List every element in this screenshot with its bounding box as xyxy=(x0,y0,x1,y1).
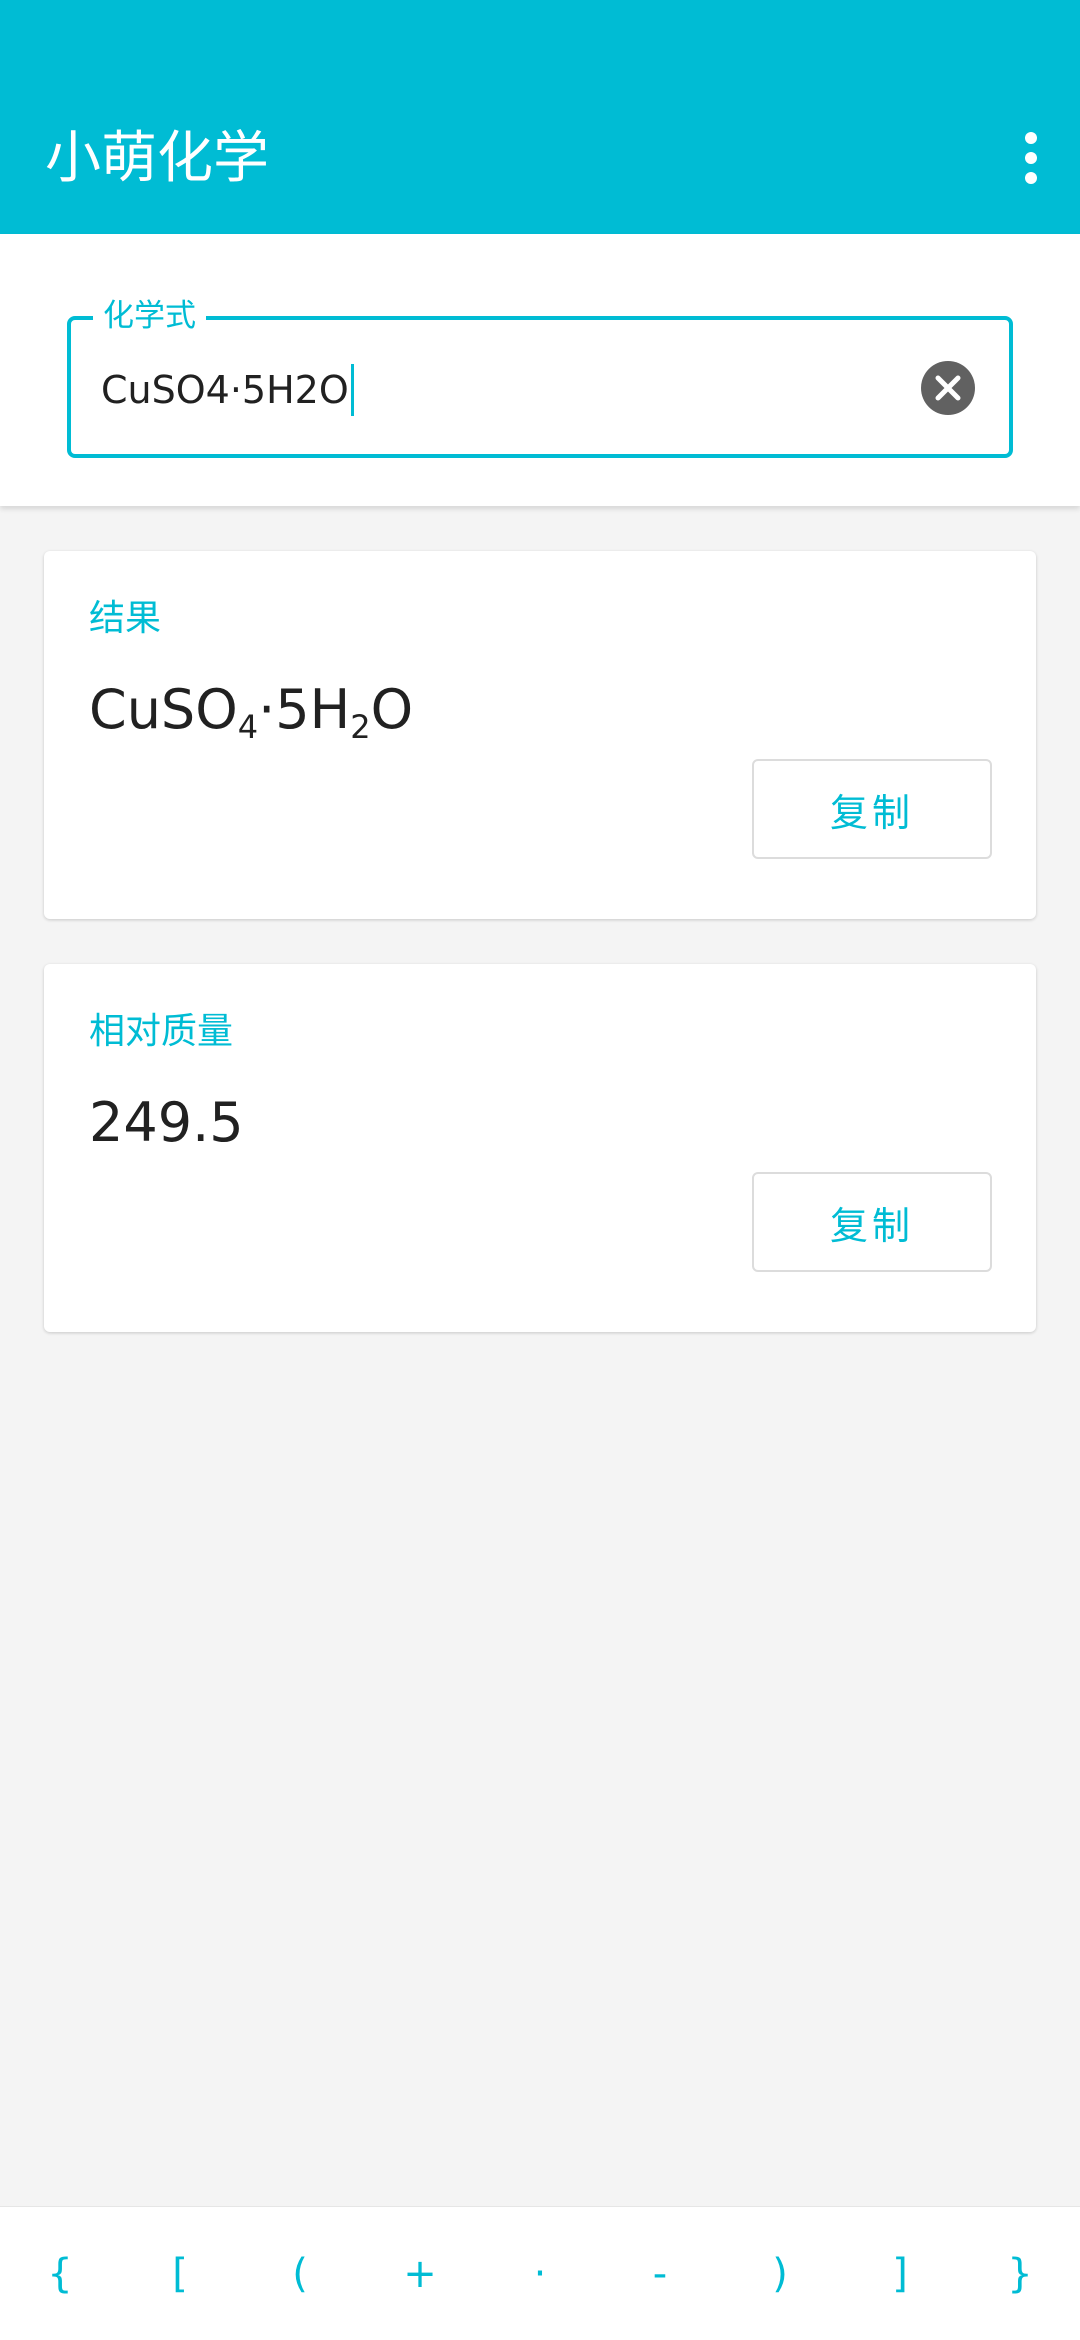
formula-subscript: 2 xyxy=(350,708,371,746)
more-vert-icon[interactable] xyxy=(996,118,1066,198)
formula-part: O xyxy=(370,678,414,741)
clear-circle-icon[interactable] xyxy=(921,361,975,415)
key-minus[interactable]: - xyxy=(624,2219,696,2329)
mass-label: 相对质量 xyxy=(89,1011,234,1052)
copy-mass-button[interactable]: 复制 xyxy=(752,1172,992,1272)
key-right-brace[interactable]: } xyxy=(984,2219,1056,2329)
app-bar: 小萌化学 xyxy=(0,0,1080,234)
formula-input-text: CuSO4·5H2O xyxy=(101,368,349,412)
formula-field-label: 化学式 xyxy=(93,294,206,338)
menu-dot xyxy=(1025,172,1037,184)
key-left-paren[interactable]: ( xyxy=(264,2219,336,2329)
close-icon xyxy=(935,375,961,401)
mass-card: 相对质量 249.5 复制 xyxy=(44,964,1036,1332)
formula-input[interactable]: CuSO4·5H2O xyxy=(101,364,354,416)
formula-part: CuSO xyxy=(89,678,238,741)
formula-input-area: 化学式 CuSO4·5H2O xyxy=(0,234,1080,506)
key-dot[interactable]: · xyxy=(504,2219,576,2329)
result-formula: CuSO4·5H2O xyxy=(89,675,413,745)
formula-field[interactable]: 化学式 CuSO4·5H2O xyxy=(67,294,1013,458)
key-right-bracket[interactable]: ] xyxy=(864,2219,936,2329)
menu-dot xyxy=(1025,152,1037,164)
formula-subscript: 4 xyxy=(237,708,259,746)
key-left-bracket[interactable]: [ xyxy=(144,2219,216,2329)
key-left-brace[interactable]: { xyxy=(24,2219,96,2329)
app-title: 小萌化学 xyxy=(45,126,269,191)
copy-result-button[interactable]: 复制 xyxy=(752,759,992,859)
menu-dot xyxy=(1025,132,1037,144)
formula-part: ·5H xyxy=(258,678,351,741)
symbol-keyboard: { [ ( + · - ) ] } xyxy=(0,2206,1080,2340)
result-card: 结果 CuSO4·5H2O 复制 xyxy=(44,551,1036,919)
mass-value: 249.5 xyxy=(89,1091,244,1154)
key-right-paren[interactable]: ) xyxy=(744,2219,816,2329)
key-plus[interactable]: + xyxy=(384,2219,456,2329)
result-label: 结果 xyxy=(89,598,162,639)
text-cursor xyxy=(350,364,354,416)
